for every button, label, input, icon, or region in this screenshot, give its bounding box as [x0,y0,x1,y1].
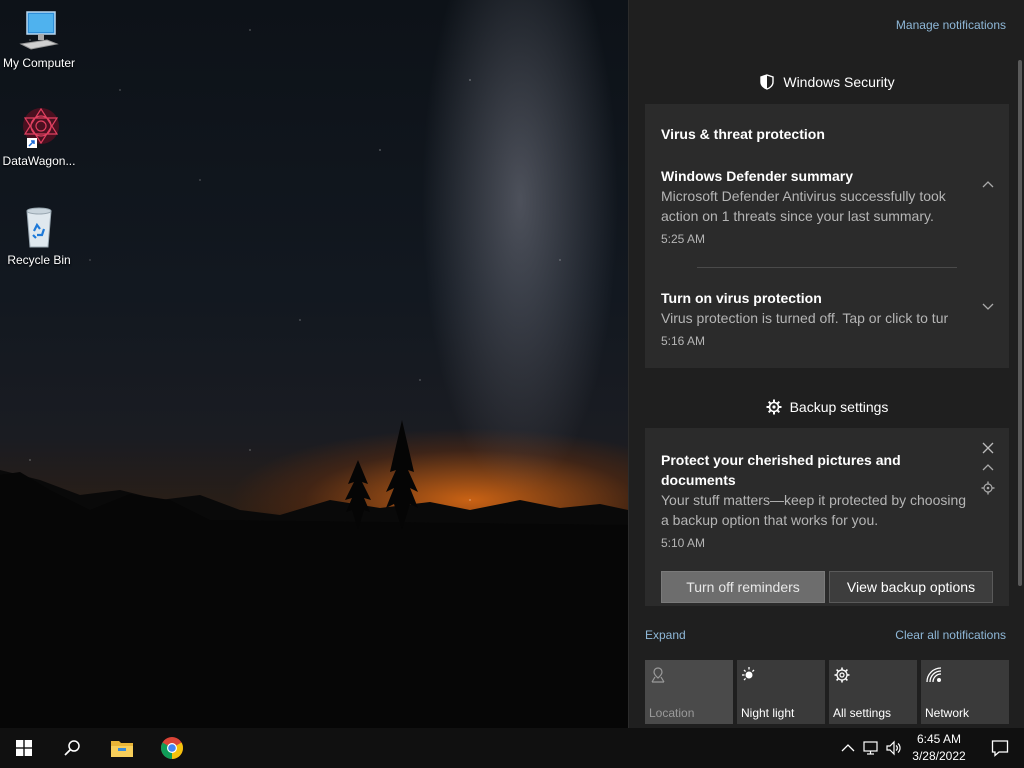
group-title: Windows Security [783,74,895,90]
location-icon [651,667,665,683]
desktop-icon-recycle-bin[interactable]: Recycle Bin [0,205,78,267]
backup-notification-card[interactable]: Protect your cherished pictures and docu… [645,428,1009,606]
mountain-silhouette [0,420,628,728]
chevron-up-icon[interactable] [981,461,995,475]
notification-defender-summary[interactable]: Windows Defender summary Microsoft Defen… [661,166,977,246]
notification-time: 5:16 AM [661,334,706,348]
action-center-button[interactable] [976,728,1024,768]
quick-action-night-light[interactable]: Night light [737,660,825,724]
desktop-wallpaper: My Computer DataWagon... Recycle Bin [0,0,628,728]
group-title: Backup settings [789,399,889,415]
settings-small-icon[interactable] [981,481,995,495]
search-icon [64,740,80,756]
notification-body: Microsoft Defender Antivirus successfull… [661,188,946,224]
taskbar: 6:45 AM 3/28/2022 [0,728,1024,768]
computer-icon [17,8,61,52]
start-button[interactable] [0,728,48,768]
notification-separator [697,267,957,268]
tile-label: Network [925,706,970,720]
turn-off-reminders-button[interactable]: Turn off reminders [661,571,825,603]
datawagon-app-icon [17,106,61,150]
chevron-up-icon[interactable] [840,740,856,756]
notification-body: Your stuff matters—keep it protected by … [661,492,967,528]
desktop-icon-my-computer[interactable]: My Computer [0,8,78,70]
notification-time: 5:10 AM [661,536,706,550]
windows-security-group-header: Windows Security [629,74,1024,93]
close-icon[interactable] [981,441,995,455]
notification-time: 5:25 AM [661,232,706,246]
manage-notifications-link[interactable]: Manage notifications [896,18,1006,32]
chevron-down-icon[interactable] [981,299,995,313]
clear-all-notifications-link[interactable]: Clear all notifications [895,628,1006,642]
search-button[interactable] [48,728,96,768]
quick-action-all-settings[interactable]: All settings [829,660,917,724]
desktop-icon-label: Recycle Bin [7,253,71,267]
notification-virus-protection[interactable]: Turn on virus protection Virus protectio… [661,288,977,348]
notification-title: Windows Defender summary [661,168,854,184]
quick-action-network[interactable]: Network [921,660,1009,724]
tile-label: All settings [833,706,892,720]
taskbar-clock[interactable]: 6:45 AM 3/28/2022 [906,731,972,765]
recycle-bin-icon [17,205,61,249]
chrome-icon [161,737,183,759]
night-light-icon [742,667,755,681]
virus-threat-card: Virus & threat protection Windows Defend… [645,104,1009,368]
file-explorer-icon [111,741,133,757]
shield-icon [760,74,775,90]
network-icon [926,667,942,683]
desktop-icon-label: My Computer [2,56,76,70]
notification-body: Virus protection is turned off. Tap or c… [661,310,949,326]
chrome-button[interactable] [148,728,196,768]
settings-icon [834,667,850,683]
gear-icon [766,399,782,415]
card-title: Virus & threat protection [661,126,825,142]
tile-label: Night light [741,706,795,720]
action-center-scrollbar[interactable] [1018,60,1022,586]
clock-date: 3/28/2022 [912,749,966,763]
windows-start-icon [16,740,32,756]
network-tray-icon[interactable] [863,740,879,756]
notification-icon [991,740,1009,757]
action-center-panel: Manage notifications Windows Security Vi… [628,0,1024,728]
desktop-icon-label: DataWagon... [2,154,76,168]
notification-title: Turn on virus protection [661,290,822,306]
file-explorer-button[interactable] [98,728,146,768]
notification-title: Protect your cherished pictures and docu… [661,452,901,488]
notification-backup[interactable]: Protect your cherished pictures and docu… [661,450,971,550]
chevron-up-icon[interactable] [981,178,995,192]
backup-settings-group-header: Backup settings [629,399,1024,418]
quick-action-location[interactable]: Location [645,660,733,724]
desktop-icon-datawagon[interactable]: DataWagon... [0,106,78,168]
tile-label: Location [649,706,695,720]
expand-link[interactable]: Expand [645,628,686,642]
clock-time: 6:45 AM [916,732,962,746]
view-backup-options-button[interactable]: View backup options [829,571,993,603]
volume-icon[interactable] [886,740,902,756]
